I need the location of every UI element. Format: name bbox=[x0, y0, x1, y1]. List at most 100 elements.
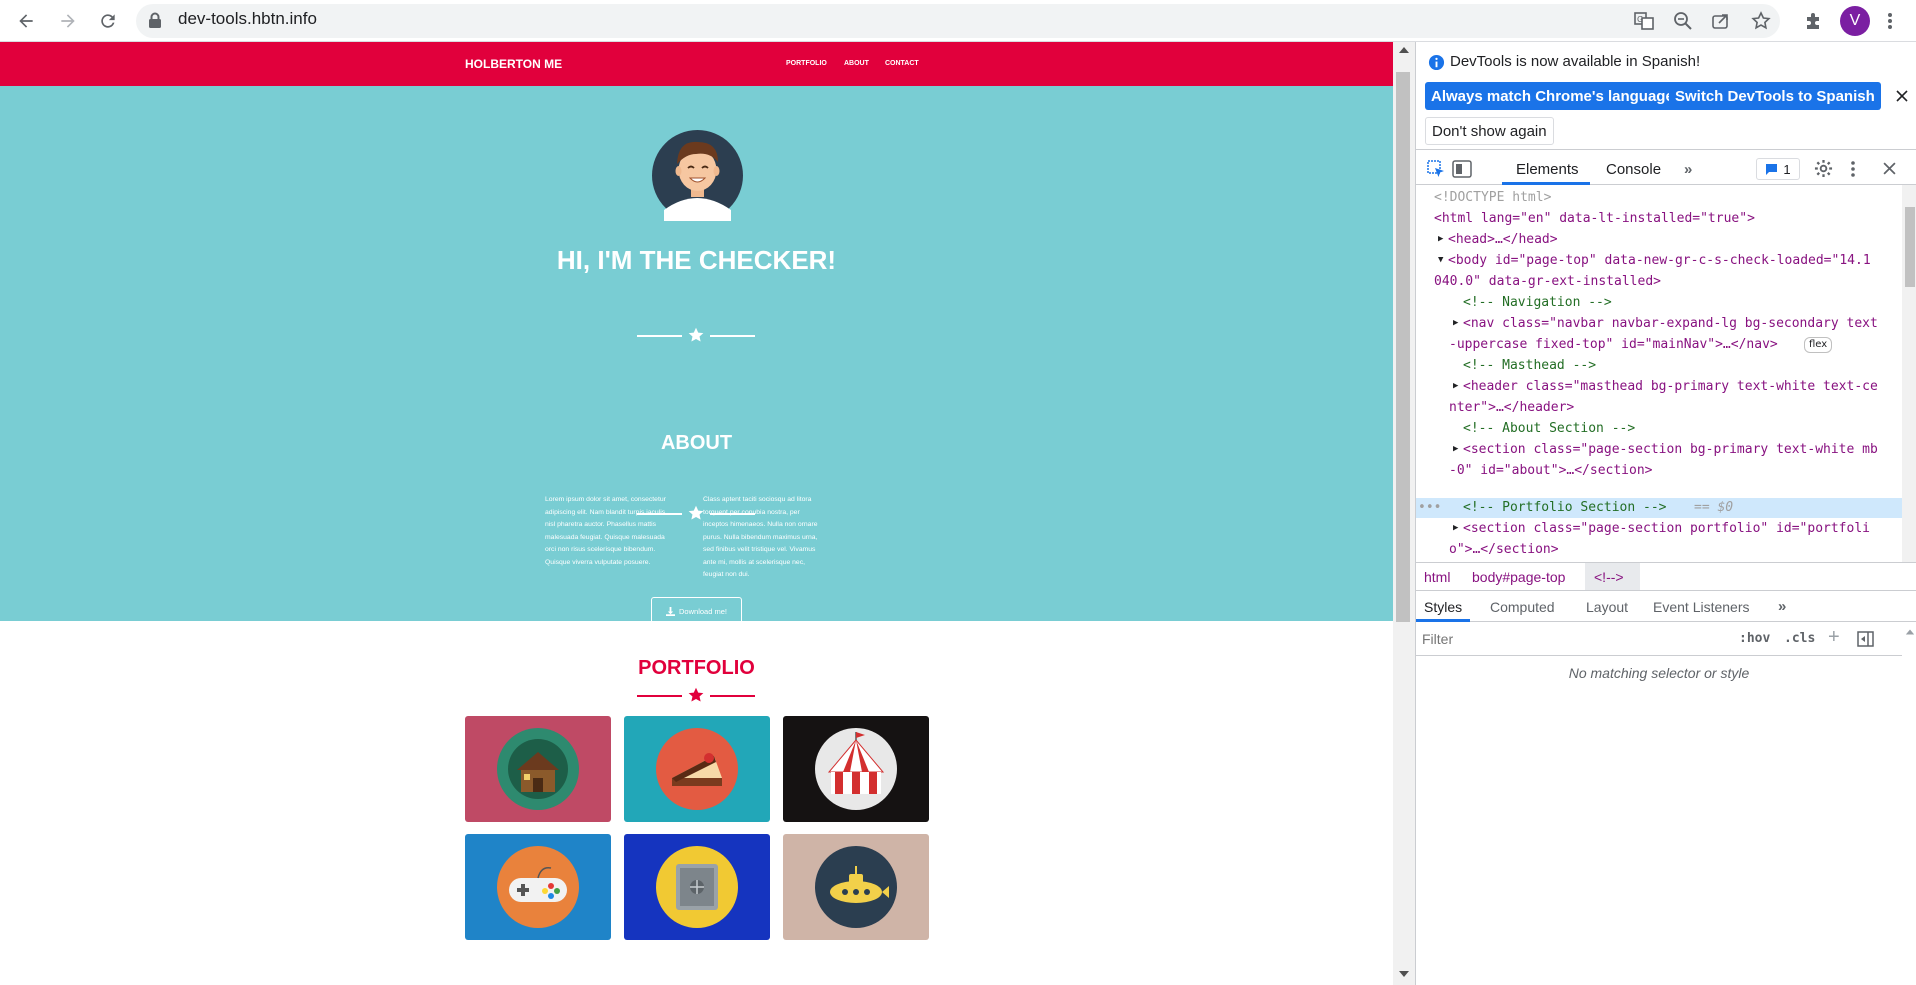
about-left-line: nisl pharetra auctor. Phasellus mattis bbox=[545, 521, 657, 528]
tab-console[interactable]: Console bbox=[1606, 161, 1661, 178]
portfolio-item-safe[interactable] bbox=[624, 834, 770, 940]
download-button[interactable]: Download me! bbox=[651, 597, 742, 625]
portfolio-item-cabin[interactable] bbox=[465, 716, 611, 822]
inspect-element-icon[interactable] bbox=[1427, 160, 1445, 178]
site-brand[interactable]: HOLBERTON ME bbox=[465, 57, 562, 71]
game-controller-icon bbox=[497, 846, 579, 928]
more-tabs-icon[interactable]: » bbox=[1684, 161, 1692, 178]
device-toolbar-icon[interactable] bbox=[1452, 159, 1472, 179]
page-viewport: HOLBERTON ME PORTFOLIO ABOUT CONTACT HI,… bbox=[0, 42, 1393, 985]
about-right-line: sed finibus velit tristique vel. Vivamus bbox=[703, 546, 816, 553]
bookmark-star-icon[interactable] bbox=[1749, 9, 1773, 33]
portfolio-divider-left bbox=[637, 695, 682, 697]
breadcrumb-comment[interactable]: <!--> bbox=[1594, 569, 1624, 585]
no-matching-style-message: No matching selector or style bbox=[1568, 665, 1750, 681]
settings-gear-icon[interactable] bbox=[1814, 159, 1833, 178]
dom-line-doctype[interactable]: <!DOCTYPE html> bbox=[1434, 189, 1551, 206]
dom-line-section-portfolio-2[interactable]: o">…</section> bbox=[1449, 541, 1559, 558]
about-right-line: Class aptent taciti sociosqu ad litora bbox=[703, 496, 812, 503]
breadcrumb-body[interactable]: body#page-top bbox=[1472, 569, 1565, 585]
nav-link-about[interactable]: ABOUT bbox=[844, 60, 869, 67]
dom-line-comment-about[interactable]: <!-- About Section --> bbox=[1463, 420, 1635, 437]
reload-button[interactable] bbox=[94, 7, 122, 35]
breadcrumb-html[interactable]: html bbox=[1424, 569, 1450, 585]
expand-triangle-icon[interactable]: ▶ bbox=[1453, 520, 1458, 537]
browser-window: dev-tools.hbtn.info G V HOLBERTON ME POR… bbox=[0, 0, 1916, 985]
nav-link-portfolio[interactable]: PORTFOLIO bbox=[786, 60, 827, 67]
toggle-sidebar-icon[interactable] bbox=[1857, 631, 1874, 647]
dom-line-body-1[interactable]: <body id="page-top" data-new-gr-c-s-chec… bbox=[1448, 252, 1871, 269]
nav-link-contact[interactable]: CONTACT bbox=[885, 60, 919, 67]
tab-styles[interactable]: Styles bbox=[1424, 599, 1462, 615]
lock-icon[interactable] bbox=[148, 12, 162, 28]
dom-line-body-2[interactable]: 040.0" data-gr-ext-installed> bbox=[1434, 273, 1661, 290]
cake-icon bbox=[656, 728, 738, 810]
flex-badge[interactable]: flex bbox=[1804, 337, 1833, 353]
expand-triangle-icon[interactable]: ▶ bbox=[1453, 441, 1458, 458]
tab-elements[interactable]: Elements bbox=[1516, 161, 1579, 178]
close-devtools-icon[interactable] bbox=[1883, 162, 1896, 175]
tab-event-listeners[interactable]: Event Listeners bbox=[1653, 599, 1750, 615]
address-bar[interactable] bbox=[136, 4, 1780, 38]
scroll-up-icon[interactable] bbox=[1398, 46, 1410, 54]
expand-triangle-icon[interactable]: ▶ bbox=[1438, 231, 1443, 248]
always-match-language-button[interactable]: Always match Chrome's language bbox=[1425, 82, 1680, 110]
translate-icon[interactable]: G bbox=[1632, 9, 1656, 33]
dont-show-again-button[interactable]: Don't show again bbox=[1425, 117, 1554, 145]
styles-scrollbar[interactable] bbox=[1902, 622, 1916, 985]
expand-triangle-icon[interactable]: ▶ bbox=[1453, 315, 1458, 332]
url-text[interactable]: dev-tools.hbtn.info bbox=[178, 9, 317, 29]
portfolio-item-circus-tent[interactable] bbox=[783, 716, 929, 822]
about-text-right: Class aptent taciti sociosqu ad litora t… bbox=[703, 494, 818, 582]
dom-line-comment-masthead[interactable]: <!-- Masthead --> bbox=[1463, 357, 1596, 374]
share-icon[interactable] bbox=[1709, 9, 1733, 33]
zoom-icon[interactable] bbox=[1671, 9, 1695, 33]
about-right-line: inceptos himenaeos. Nulla non ornare bbox=[703, 521, 818, 528]
profile-avatar[interactable]: V bbox=[1840, 6, 1870, 36]
tab-layout[interactable]: Layout bbox=[1586, 599, 1628, 615]
hero-divider-left bbox=[637, 335, 682, 337]
kebab-menu-icon[interactable] bbox=[1878, 9, 1902, 33]
forward-button[interactable] bbox=[54, 7, 82, 35]
dom-line-section-portfolio-1[interactable]: <section class="page-section portfolio" … bbox=[1463, 520, 1870, 537]
browser-toolbar: dev-tools.hbtn.info G V bbox=[0, 0, 1916, 42]
breadcrumb: html body#page-top <!--> bbox=[1416, 562, 1916, 591]
dom-line-header-2[interactable]: nter">…</header> bbox=[1449, 399, 1574, 416]
masthead: HI, I'M THE CHECKER! ABOUT Lorem ipsum d… bbox=[0, 86, 1393, 625]
portfolio-item-game-controller[interactable] bbox=[465, 834, 611, 940]
page-scrollbar-thumb[interactable] bbox=[1396, 72, 1410, 622]
selected-row-ellipsis-icon[interactable]: ••• bbox=[1418, 499, 1441, 516]
styles-filter-input[interactable] bbox=[1422, 628, 1722, 650]
portfolio-item-submarine[interactable] bbox=[783, 834, 929, 940]
collapse-triangle-icon[interactable]: ▼ bbox=[1438, 252, 1443, 269]
message-icon bbox=[1766, 164, 1778, 175]
issues-count: 1 bbox=[1783, 161, 1791, 177]
dom-line-html[interactable]: <html lang="en" data-lt-installed="true"… bbox=[1434, 210, 1755, 227]
dom-line-head[interactable]: <head>…</head> bbox=[1448, 231, 1558, 248]
svg-text:G: G bbox=[1637, 15, 1643, 24]
dom-line-nav-1[interactable]: <nav class="navbar navbar-expand-lg bg-s… bbox=[1463, 315, 1878, 332]
styles-scroll-up-icon[interactable] bbox=[1905, 628, 1915, 636]
hero-divider-right bbox=[710, 335, 755, 337]
switch-to-spanish-button[interactable]: Switch DevTools to Spanish bbox=[1669, 82, 1881, 110]
close-infobar-icon[interactable] bbox=[1896, 90, 1908, 102]
extensions-icon[interactable] bbox=[1801, 9, 1825, 33]
tab-computed[interactable]: Computed bbox=[1490, 599, 1555, 615]
scroll-down-icon[interactable] bbox=[1398, 970, 1410, 978]
dom-line-section-about-2[interactable]: -0" id="about">…</section> bbox=[1449, 462, 1653, 479]
more-subtabs-icon[interactable]: » bbox=[1778, 598, 1786, 615]
portfolio-item-cake[interactable] bbox=[624, 716, 770, 822]
issues-badge[interactable]: 1 bbox=[1756, 158, 1800, 180]
hov-toggle[interactable]: :hov bbox=[1739, 631, 1770, 646]
dom-line-nav-2[interactable]: -uppercase fixed-top" id="mainNav">…</na… bbox=[1449, 336, 1778, 353]
dom-line-header-1[interactable]: <header class="masthead bg-primary text-… bbox=[1463, 378, 1878, 395]
dom-line-section-about-1[interactable]: <section class="page-section bg-primary … bbox=[1463, 441, 1878, 458]
devtools-menu-icon[interactable] bbox=[1850, 160, 1856, 178]
cls-toggle[interactable]: .cls bbox=[1784, 631, 1815, 646]
dom-line-comment-portfolio[interactable]: <!-- Portfolio Section --> bbox=[1463, 499, 1667, 516]
expand-triangle-icon[interactable]: ▶ bbox=[1453, 378, 1458, 395]
back-button[interactable] bbox=[12, 7, 40, 35]
elements-scrollbar-thumb[interactable] bbox=[1905, 207, 1915, 287]
new-style-rule-icon[interactable]: + bbox=[1828, 626, 1840, 649]
dom-line-comment-navigation[interactable]: <!-- Navigation --> bbox=[1463, 294, 1612, 311]
